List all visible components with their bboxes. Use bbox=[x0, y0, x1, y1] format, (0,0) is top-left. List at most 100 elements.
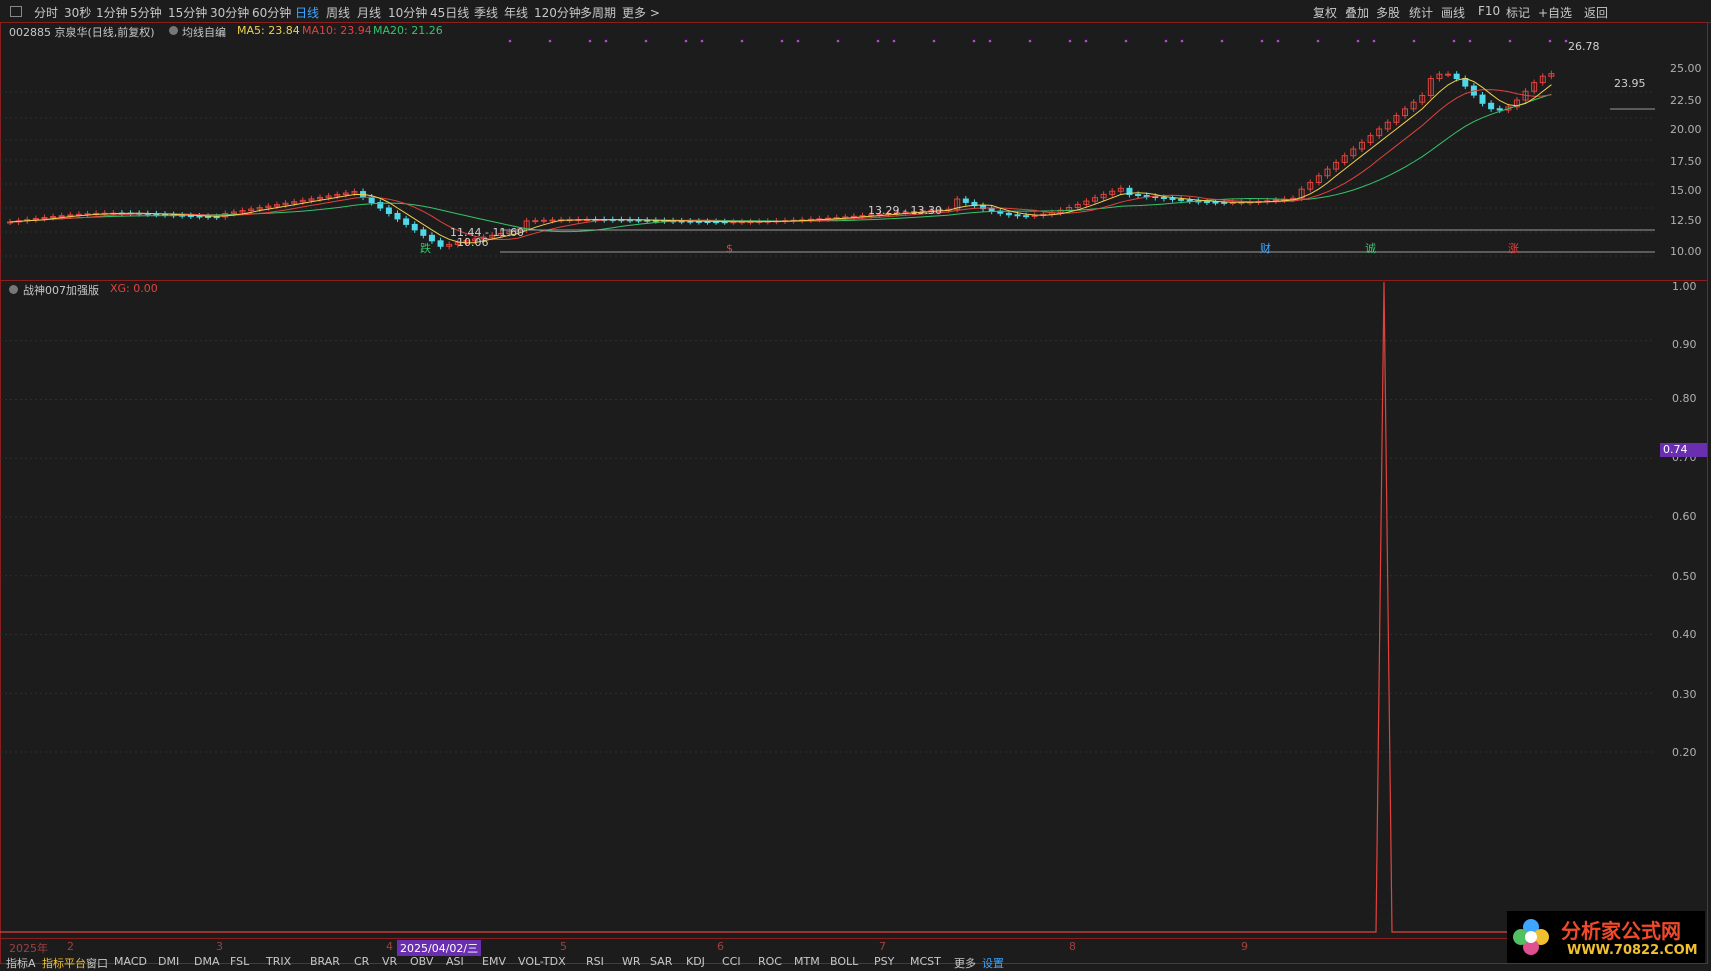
indicator-tab-0[interactable]: 指标A bbox=[6, 955, 36, 971]
period-tab-5[interactable]: 30分钟 bbox=[210, 4, 249, 21]
indicator-tab-11[interactable]: OBV bbox=[410, 955, 433, 968]
period-tab-13[interactable]: 年线 bbox=[504, 4, 528, 21]
period-tab-7[interactable]: 日线 bbox=[295, 4, 319, 21]
toolbar-right-4[interactable]: 画线 bbox=[1441, 4, 1465, 21]
sub-tick: 1.00 bbox=[1672, 280, 1697, 293]
signal-dot bbox=[1508, 39, 1512, 43]
indicator-tab-1[interactable]: 指标平台 bbox=[42, 955, 86, 971]
low-label: 10.06 bbox=[457, 236, 489, 249]
period-tab-14[interactable]: 120分钟 bbox=[534, 4, 581, 21]
time-label: 7 bbox=[879, 940, 886, 953]
indicator-tab-12[interactable]: ASI bbox=[446, 955, 464, 968]
period-tab-15[interactable]: 多周期 bbox=[580, 4, 616, 21]
indicator-tab-6[interactable]: FSL bbox=[230, 955, 249, 968]
sub-tick: 0.20 bbox=[1672, 746, 1697, 759]
indicator-tab-4[interactable]: DMI bbox=[158, 955, 179, 968]
toolbar-right-8[interactable]: 返回 bbox=[1584, 4, 1608, 21]
toolbar-right-2[interactable]: 多股 bbox=[1376, 4, 1400, 21]
signal-dot bbox=[892, 39, 896, 43]
indicator-tab-22[interactable]: BOLL bbox=[830, 955, 858, 968]
event-marker-4[interactable]: 涨 bbox=[1508, 242, 1519, 255]
indicator-tab-19[interactable]: CCI bbox=[722, 955, 741, 968]
price-axis: 25.00 22.50 20.00 17.50 15.00 12.50 10.00 bbox=[1662, 0, 1710, 280]
indicator-tab-18[interactable]: KDJ bbox=[686, 955, 705, 968]
sub-indicator-chart[interactable] bbox=[0, 282, 1660, 934]
sub-tick: 0.90 bbox=[1672, 338, 1697, 351]
indicator-tab-16[interactable]: WR bbox=[622, 955, 641, 968]
indicator-tab-25[interactable]: 更多 bbox=[954, 955, 976, 971]
event-marker-1[interactable]: $ bbox=[726, 242, 733, 255]
event-marker-3[interactable]: 诚 bbox=[1365, 242, 1376, 255]
indicator-tab-8[interactable]: BRAR bbox=[310, 955, 340, 968]
candle-body bbox=[1203, 201, 1210, 204]
indicator-tab-13[interactable]: EMV bbox=[482, 955, 506, 968]
sub-tick: 0.40 bbox=[1672, 628, 1697, 641]
indicator-tab-23[interactable]: PSY bbox=[874, 955, 894, 968]
signal-dot bbox=[876, 39, 880, 43]
signal-dot bbox=[1452, 39, 1456, 43]
candle-body bbox=[1023, 215, 1030, 218]
indicator-tab-17[interactable]: SAR bbox=[650, 955, 672, 968]
period-tab-2[interactable]: 1分钟 bbox=[96, 4, 128, 21]
indicator-tab-7[interactable]: TRIX bbox=[266, 955, 291, 968]
indicator-tab-2[interactable]: 窗口 bbox=[86, 955, 108, 971]
time-label: 5 bbox=[560, 940, 567, 953]
indicator-tab-5[interactable]: DMA bbox=[194, 955, 220, 968]
signal-dot bbox=[796, 39, 800, 43]
kline-chart[interactable]: 26.7823.9511.44 - 11.6010.0613.29 - 13.3… bbox=[0, 36, 1660, 278]
toolbar-grip-icon[interactable] bbox=[10, 6, 22, 17]
signal-dot bbox=[1028, 39, 1032, 43]
toolbar-right-6[interactable]: 标记 bbox=[1506, 4, 1530, 21]
indicator-tab-15[interactable]: RSI bbox=[586, 955, 604, 968]
period-tab-11[interactable]: 45日线 bbox=[430, 4, 469, 21]
indicator-tab-14[interactable]: VOL-TDX bbox=[518, 955, 566, 968]
period-tab-10[interactable]: 10分钟 bbox=[388, 4, 427, 21]
signal-dot bbox=[780, 39, 784, 43]
candle-body bbox=[1186, 199, 1193, 202]
event-marker-2[interactable]: 财 bbox=[1260, 241, 1271, 255]
candle-body bbox=[1005, 212, 1012, 216]
period-tab-9[interactable]: 月线 bbox=[357, 4, 381, 21]
xg-signal-line bbox=[0, 282, 1655, 933]
time-label: 8 bbox=[1069, 940, 1076, 953]
candle-body bbox=[1488, 102, 1495, 110]
event-marker-0[interactable]: 跌 bbox=[420, 241, 431, 255]
indicator-tab-21[interactable]: MTM bbox=[794, 955, 820, 968]
indicator-tab-26[interactable]: 设置 bbox=[982, 955, 1004, 971]
time-axis: 2025年 2 3 4 2025/04/02/三 5 6 7 8 9 bbox=[0, 940, 1660, 956]
candle-body bbox=[437, 240, 444, 247]
candle-body bbox=[420, 229, 427, 236]
signal-dot bbox=[1412, 39, 1416, 43]
period-tab-1[interactable]: 30秒 bbox=[64, 4, 91, 21]
indicator-tab-10[interactable]: VR bbox=[382, 955, 397, 968]
signal-dot bbox=[644, 39, 648, 43]
signal-dot bbox=[932, 39, 936, 43]
period-tab-3[interactable]: 5分钟 bbox=[130, 4, 162, 21]
candle-body bbox=[428, 234, 435, 242]
candle-body bbox=[1160, 196, 1167, 199]
indicator-tab-20[interactable]: ROC bbox=[758, 955, 782, 968]
panel-divider bbox=[0, 280, 1708, 281]
signal-dot bbox=[1468, 39, 1472, 43]
price-tick: 25.00 bbox=[1670, 62, 1702, 75]
candle-body bbox=[1212, 201, 1219, 204]
toolbar-right-0[interactable]: 复权 bbox=[1313, 4, 1337, 21]
period-tab-12[interactable]: 季线 bbox=[474, 4, 498, 21]
indicator-tab-24[interactable]: MCST bbox=[910, 955, 941, 968]
settings-gear-icon[interactable] bbox=[169, 26, 178, 35]
period-tab-16[interactable]: 更多 > bbox=[622, 4, 660, 21]
candle-body bbox=[1169, 197, 1176, 200]
period-tab-4[interactable]: 15分钟 bbox=[168, 4, 207, 21]
toolbar-right-5[interactable]: F10 bbox=[1478, 4, 1500, 18]
toolbar-right-3[interactable]: 统计 bbox=[1409, 4, 1433, 21]
period-tab-8[interactable]: 周线 bbox=[326, 4, 350, 21]
indicator-tab-3[interactable]: MACD bbox=[114, 955, 147, 968]
time-label: 9 bbox=[1241, 940, 1248, 953]
high-label: 26.78 bbox=[1568, 40, 1600, 53]
period-tab-0[interactable]: 分时 bbox=[34, 4, 58, 21]
toolbar-right-7[interactable]: +自选 bbox=[1538, 4, 1572, 21]
indicator-tab-9[interactable]: CR bbox=[354, 955, 369, 968]
toolbar-right-1[interactable]: 叠加 bbox=[1345, 4, 1369, 21]
candle-body bbox=[1014, 214, 1021, 217]
period-tab-6[interactable]: 60分钟 bbox=[252, 4, 291, 21]
